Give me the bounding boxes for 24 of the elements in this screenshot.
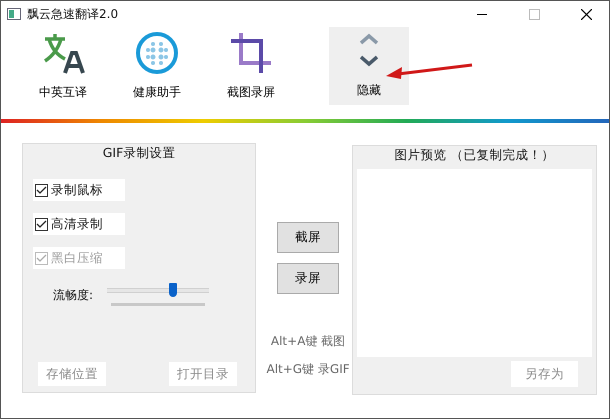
toolbar-button[interactable]: 隐藏 [329,27,409,105]
translate-icon [41,31,85,75]
slider-thumb[interactable] [169,283,178,297]
hotkey-hint: Alt+A键 截图 [270,333,346,350]
checkbox-label: 录制鼠标 [51,180,103,199]
action-button[interactable]: 截屏 [277,222,340,253]
close-icon [580,8,592,20]
checkbox-label: 高清录制 [51,214,103,233]
checkbox[interactable]: 录制鼠标 [33,179,125,201]
slider-label: 流畅度: [53,286,94,304]
dotted-circle-icon [135,31,179,75]
checkbox[interactable]: 高清录制 [33,213,125,235]
toolbar-button[interactable]: 中英互译 [23,27,103,105]
hotkey-hint: Alt+G键 录GIF [266,361,350,378]
toolbar-button[interactable]: 截图录屏 [211,27,291,105]
group-title: GIF录制设置 [102,144,176,162]
crop-icon [229,31,273,75]
group-title: 图片预览 （已复制完成！） [394,146,556,164]
toolbar-button[interactable]: 健康助手 [117,27,197,105]
maximize-icon [528,8,540,20]
app-icon [7,8,21,20]
window-title: 飘云急速翻译2.0 [27,6,118,23]
action-button[interactable]: 录屏 [277,263,340,294]
checkbox-label: 黑白压缩 [51,248,103,267]
